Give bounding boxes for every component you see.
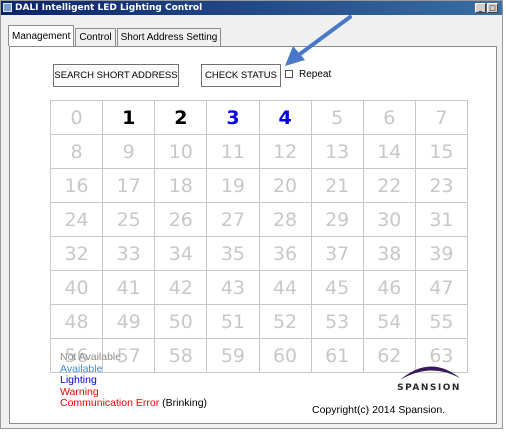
address-cell-19[interactable]: 19: [207, 169, 260, 203]
address-cell-22[interactable]: 22: [363, 169, 416, 203]
address-cell-8[interactable]: 8: [51, 135, 104, 169]
address-cell-34[interactable]: 34: [155, 237, 208, 271]
address-cell-39[interactable]: 39: [415, 237, 468, 271]
spansion-logo: SPANSION: [390, 360, 468, 400]
app-icon: [3, 3, 12, 12]
legend-comm-error-label: Communication Error: [60, 397, 160, 409]
address-cell-54[interactable]: 54: [363, 305, 416, 339]
address-grid: 0 1 2 3 4 5 6 7 8 9 10 11 12 13 14 15 16 17 18 19 20 21 22 23 24…: [50, 100, 468, 373]
address-cell-5[interactable]: 5: [311, 101, 364, 135]
window-title: DALI Intelligent LED Lighting Control: [15, 3, 203, 13]
address-cell-23[interactable]: 23: [415, 169, 468, 203]
address-cell-14[interactable]: 14: [363, 135, 416, 169]
address-cell-52[interactable]: 52: [259, 305, 312, 339]
address-cell-24[interactable]: 24: [51, 203, 104, 237]
address-cell-0[interactable]: 0: [51, 101, 104, 135]
address-cell-32[interactable]: 32: [51, 237, 104, 271]
address-cell-51[interactable]: 51: [207, 305, 260, 339]
address-cell-33[interactable]: 33: [103, 237, 156, 271]
address-cell-28[interactable]: 28: [259, 203, 312, 237]
address-cell-17[interactable]: 17: [103, 169, 156, 203]
address-cell-42[interactable]: 42: [155, 271, 208, 305]
address-cell-9[interactable]: 9: [103, 135, 156, 169]
tab-management[interactable]: Management: [8, 25, 75, 46]
address-cell-44[interactable]: 44: [259, 271, 312, 305]
copyright-text: Copyright(c) 2014 Spansion.: [312, 404, 446, 416]
address-cell-60[interactable]: 60: [259, 339, 312, 373]
address-cell-40[interactable]: 40: [51, 271, 104, 305]
address-cell-41[interactable]: 41: [103, 271, 156, 305]
legend-comm-error-suffix: (Brinking): [162, 397, 208, 409]
legend-communication-error: Communication Error (Brinking): [60, 397, 208, 410]
title-bar[interactable]: DALI Intelligent LED Lighting Control _ …: [1, 1, 502, 15]
address-cell-61[interactable]: 61: [311, 339, 364, 373]
address-cell-36[interactable]: 36: [259, 237, 312, 271]
address-cell-7[interactable]: 7: [415, 101, 468, 135]
address-cell-43[interactable]: 43: [207, 271, 260, 305]
address-cell-45[interactable]: 45: [311, 271, 364, 305]
address-cell-47[interactable]: 47: [415, 271, 468, 305]
address-cell-20[interactable]: 20: [259, 169, 312, 203]
address-cell-49[interactable]: 49: [103, 305, 156, 339]
repeat-checkbox[interactable]: [285, 70, 293, 78]
address-cell-31[interactable]: 31: [415, 203, 468, 237]
tab-control[interactable]: Control: [75, 28, 116, 46]
address-cell-12[interactable]: 12: [259, 135, 312, 169]
check-status-button[interactable]: CHECK STATUS: [201, 64, 281, 87]
address-cell-15[interactable]: 15: [415, 135, 468, 169]
address-cell-48[interactable]: 48: [51, 305, 104, 339]
address-cell-18[interactable]: 18: [155, 169, 208, 203]
repeat-label: Repeat: [299, 68, 332, 80]
repeat-option[interactable]: Repeat: [285, 67, 331, 81]
address-cell-10[interactable]: 10: [155, 135, 208, 169]
address-cell-27[interactable]: 27: [207, 203, 260, 237]
address-cell-55[interactable]: 55: [415, 305, 468, 339]
address-cell-13[interactable]: 13: [311, 135, 364, 169]
address-cell-35[interactable]: 35: [207, 237, 260, 271]
address-cell-46[interactable]: 46: [363, 271, 416, 305]
tab-short-address-setting[interactable]: Short Address Setting: [116, 28, 222, 46]
address-cell-11[interactable]: 11: [207, 135, 260, 169]
tab-strip: Management Control Short Address Setting: [8, 25, 222, 46]
search-short-address-button[interactable]: SEARCH SHORT ADDRESS: [53, 64, 179, 87]
address-cell-1[interactable]: 1: [103, 101, 156, 135]
address-cell-30[interactable]: 30: [363, 203, 416, 237]
address-cell-25[interactable]: 25: [103, 203, 156, 237]
address-cell-2[interactable]: 2: [155, 101, 208, 135]
address-cell-29[interactable]: 29: [311, 203, 364, 237]
legend-not-available: Not Available: [60, 351, 122, 363]
status-legend: Not Available Available Lighting Warning…: [60, 351, 208, 410]
address-cell-3[interactable]: 3: [207, 101, 260, 135]
address-cell-6[interactable]: 6: [363, 101, 416, 135]
address-cell-4[interactable]: 4: [259, 101, 312, 135]
address-cell-26[interactable]: 26: [155, 203, 208, 237]
address-cell-16[interactable]: 16: [51, 169, 104, 203]
address-cell-38[interactable]: 38: [363, 237, 416, 271]
address-cell-53[interactable]: 53: [311, 305, 364, 339]
address-cell-37[interactable]: 37: [311, 237, 364, 271]
address-cell-50[interactable]: 50: [155, 305, 208, 339]
address-cell-59[interactable]: 59: [207, 339, 260, 373]
legend-lighting: Lighting: [60, 374, 97, 386]
address-cell-21[interactable]: 21: [311, 169, 364, 203]
logo-text: SPANSION: [397, 383, 461, 393]
minimize-button[interactable]: _: [475, 3, 486, 13]
spansion-swoosh-icon: [400, 366, 460, 380]
maximize-button[interactable]: □: [487, 3, 498, 13]
